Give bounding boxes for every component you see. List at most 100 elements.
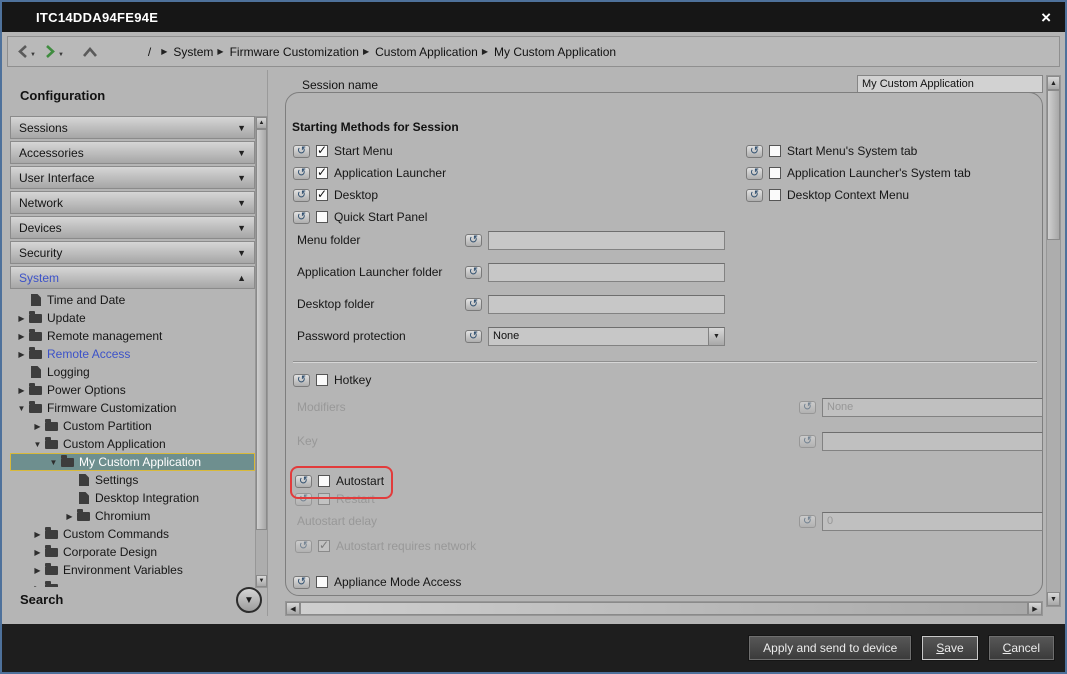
tree-item-settings[interactable]: Settings (10, 471, 255, 489)
revert-icon[interactable]: ↺ (799, 435, 816, 448)
revert-icon[interactable]: ↺ (465, 330, 482, 343)
session-name-input[interactable]: My Custom Application (857, 75, 1043, 93)
scroll-up-icon[interactable]: ▲ (1047, 76, 1060, 90)
tree-item-remote-management[interactable]: ▶Remote management (10, 327, 255, 345)
scroll-left-icon[interactable]: ◀ (286, 602, 300, 615)
expand-icon[interactable]: ▶ (14, 386, 29, 395)
tree-item-chromium[interactable]: ▶Chromium (10, 507, 255, 525)
password-protection-select[interactable]: None▼ (488, 327, 725, 346)
expand-icon[interactable]: ▶ (30, 548, 45, 557)
forward-button[interactable]: ▼ (44, 44, 64, 59)
tree-item-corporate-design[interactable]: ▶Corporate Design (10, 543, 255, 561)
application-launcher-s-system-tab-checkbox[interactable] (769, 167, 781, 179)
breadcrumb-item-system[interactable]: System (173, 45, 213, 59)
revert-icon[interactable]: ↺ (799, 515, 816, 528)
chevron-down-icon[interactable]: ▼ (708, 328, 724, 345)
autostart-delay-input[interactable]: 0 (822, 512, 1043, 531)
expand-icon[interactable]: ▶ (14, 350, 29, 359)
application-launcher-checkbox[interactable] (316, 167, 328, 179)
tree-item-remote-access[interactable]: ▶Remote Access (10, 345, 255, 363)
breadcrumb-item-firmware-customization[interactable]: Firmware Customization (230, 45, 359, 59)
cancel-button[interactable]: Cancel (988, 635, 1055, 661)
tree-item-time-and-date[interactable]: Time and Date (10, 291, 255, 309)
revert-icon[interactable]: ↺ (465, 266, 482, 279)
hotkey-checkbox[interactable] (316, 374, 328, 386)
key-input[interactable] (822, 432, 1043, 451)
sidebar-section-devices[interactable]: Devices▼ (10, 216, 255, 239)
tree-item-firmware-customization[interactable]: ▼Firmware Customization (10, 399, 255, 417)
history-dropdown-icon[interactable]: ▼ (58, 51, 64, 59)
up-button[interactable] (82, 46, 98, 58)
revert-icon[interactable]: ↺ (293, 576, 310, 589)
back-button[interactable]: ▼ (16, 44, 36, 59)
revert-icon[interactable]: ↺ (293, 189, 310, 202)
scroll-right-icon[interactable]: ▶ (1028, 602, 1042, 615)
tree-item-logging[interactable]: Logging (10, 363, 255, 381)
desktop-checkbox[interactable] (316, 189, 328, 201)
revert-icon[interactable]: ↺ (293, 167, 310, 180)
modifiers-input[interactable]: None (822, 398, 1043, 417)
revert-icon[interactable]: ↺ (293, 145, 310, 158)
revert-icon[interactable]: ↺ (746, 167, 763, 180)
sidebar-section-security[interactable]: Security▼ (10, 241, 255, 264)
horizontal-scrollbar-thumb[interactable] (300, 602, 1028, 615)
revert-icon[interactable]: ↺ (295, 540, 312, 553)
revert-icon[interactable]: ↺ (465, 298, 482, 311)
application-launcher-folder-input[interactable] (488, 263, 725, 282)
collapse-icon[interactable]: ▼ (14, 404, 29, 413)
tree-item-custom-application[interactable]: ▼Custom Application (10, 435, 255, 453)
desktop-context-menu-checkbox[interactable] (769, 189, 781, 201)
sidebar-scrollbar[interactable]: ▲ ▼ (255, 116, 268, 588)
scroll-up-icon[interactable]: ▲ (256, 117, 267, 129)
tree-item-update[interactable]: ▶Update (10, 309, 255, 327)
breadcrumb-item-custom-application[interactable]: Custom Application (375, 45, 478, 59)
revert-icon[interactable]: ↺ (293, 374, 310, 387)
sidebar-scrollbar-thumb[interactable] (256, 129, 267, 530)
sidebar-section-network[interactable]: Network▼ (10, 191, 255, 214)
horizontal-scrollbar-track[interactable] (300, 602, 1028, 615)
revert-icon[interactable]: ↺ (293, 211, 310, 224)
expand-icon[interactable]: ▶ (30, 566, 45, 575)
close-icon[interactable]: × (1041, 9, 1051, 26)
expand-icon[interactable]: ▶ (30, 422, 45, 431)
revert-icon[interactable]: ↺ (799, 401, 816, 414)
sidebar-section-user-interface[interactable]: User Interface▼ (10, 166, 255, 189)
expand-icon[interactable]: ▶ (14, 314, 29, 323)
scroll-down-icon[interactable]: ▼ (1047, 592, 1060, 606)
appliance-mode-access-checkbox[interactable] (316, 576, 328, 588)
sidebar-section-accessories[interactable]: Accessories▼ (10, 141, 255, 164)
search-expand-button[interactable]: ▼ (236, 587, 262, 613)
horizontal-scrollbar[interactable]: ◀ ▶ (285, 601, 1043, 616)
collapse-icon[interactable]: ▼ (46, 458, 61, 467)
history-dropdown-icon[interactable]: ▼ (30, 51, 36, 59)
start-menu-s-system-tab-checkbox[interactable] (769, 145, 781, 157)
menu-folder-input[interactable] (488, 231, 725, 250)
expand-icon[interactable]: ▶ (14, 332, 29, 341)
revert-icon[interactable]: ↺ (746, 189, 763, 202)
sidebar-scrollbar-track[interactable] (256, 129, 267, 575)
vertical-scrollbar-thumb[interactable] (1047, 90, 1060, 240)
desktop-folder-input[interactable] (488, 295, 725, 314)
breadcrumb-root[interactable]: / (148, 45, 151, 59)
revert-icon[interactable]: ↺ (746, 145, 763, 158)
revert-icon[interactable]: ↺ (465, 234, 482, 247)
apply-and-send-to-device-button[interactable]: Apply and send to device (748, 635, 912, 661)
sidebar-section-system[interactable]: System▲ (10, 266, 255, 289)
sidebar-section-sessions[interactable]: Sessions▼ (10, 116, 255, 139)
tree-item-my-custom-application[interactable]: ▼My Custom Application (10, 453, 255, 471)
autostart-requires-network-checkbox[interactable] (318, 540, 330, 552)
expand-icon[interactable]: ▶ (30, 530, 45, 539)
start-menu-checkbox[interactable] (316, 145, 328, 157)
expand-icon[interactable]: ▶ (62, 512, 77, 521)
tree-item-environment-variables[interactable]: ▶Environment Variables (10, 561, 255, 579)
vertical-scrollbar[interactable]: ▲ ▼ (1046, 75, 1061, 607)
breadcrumb-item-my-custom-application[interactable]: My Custom Application (494, 45, 616, 59)
save-button[interactable]: Save (921, 635, 978, 661)
vertical-scrollbar-track[interactable] (1047, 90, 1060, 592)
collapse-icon[interactable]: ▼ (30, 440, 45, 449)
tree-item-custom-commands[interactable]: ▶Custom Commands (10, 525, 255, 543)
tree-item-desktop-integration[interactable]: Desktop Integration (10, 489, 255, 507)
tree-item-custom-partition[interactable]: ▶Custom Partition (10, 417, 255, 435)
quick-start-panel-checkbox[interactable] (316, 211, 328, 223)
tree-item-power-options[interactable]: ▶Power Options (10, 381, 255, 399)
